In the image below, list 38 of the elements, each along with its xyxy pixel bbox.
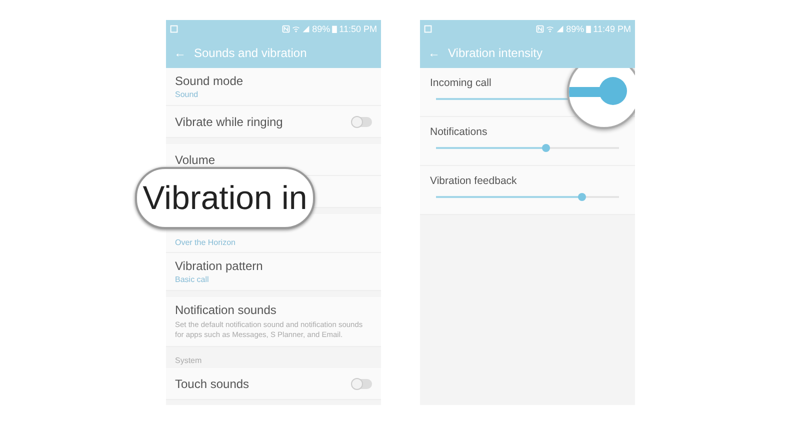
slider-label: Incoming call bbox=[430, 77, 492, 89]
battery-icon bbox=[586, 25, 592, 33]
settings-row[interactable]: Vibrate while ringing bbox=[166, 106, 381, 138]
settings-row[interactable]: Sound mode Sound bbox=[166, 68, 381, 106]
wifi-icon bbox=[292, 25, 300, 33]
row-title: Volume bbox=[175, 152, 216, 166]
image-icon bbox=[424, 25, 432, 33]
signal-icon bbox=[302, 25, 310, 33]
wifi-icon bbox=[546, 25, 554, 33]
row-title: Sound mode bbox=[175, 74, 244, 88]
row-title: Notification sounds bbox=[175, 303, 278, 317]
status-time: 11:50 PM bbox=[339, 24, 377, 34]
signal-icon bbox=[556, 25, 564, 33]
screen-title: Sounds and vibration bbox=[194, 46, 307, 60]
nfc-icon bbox=[536, 25, 544, 33]
row-title: Vibrate while ringing bbox=[175, 114, 283, 128]
slider-label: Notifications bbox=[430, 126, 488, 138]
row-value: Over the Horizon bbox=[175, 238, 236, 247]
slider-thumb[interactable] bbox=[542, 144, 550, 152]
toggle-switch[interactable] bbox=[352, 378, 372, 388]
status-time: 11:49 PM bbox=[593, 24, 631, 34]
image-icon bbox=[170, 25, 178, 33]
row-title: Touch sounds bbox=[175, 376, 250, 390]
screen-title: Vibration intensity bbox=[448, 46, 542, 60]
magnifier-tooltip: Vibration in bbox=[135, 167, 315, 229]
slider-thumb[interactable] bbox=[578, 193, 586, 201]
toggle-switch[interactable] bbox=[352, 116, 372, 126]
row-title: Vibration pattern bbox=[175, 259, 264, 273]
settings-row[interactable]: Touch sounds bbox=[166, 368, 381, 400]
row-value: Basic call bbox=[175, 275, 210, 284]
settings-row[interactable]: Vibration pattern Basic call bbox=[166, 253, 381, 291]
battery-icon bbox=[332, 25, 338, 33]
section-header: System bbox=[174, 355, 203, 367]
nfc-icon bbox=[282, 25, 290, 33]
row-value: Sound bbox=[175, 90, 200, 99]
slider-label: Vibration feedback bbox=[430, 175, 518, 187]
battery-percent: 89% bbox=[566, 24, 584, 34]
battery-percent: 89% bbox=[312, 24, 330, 34]
